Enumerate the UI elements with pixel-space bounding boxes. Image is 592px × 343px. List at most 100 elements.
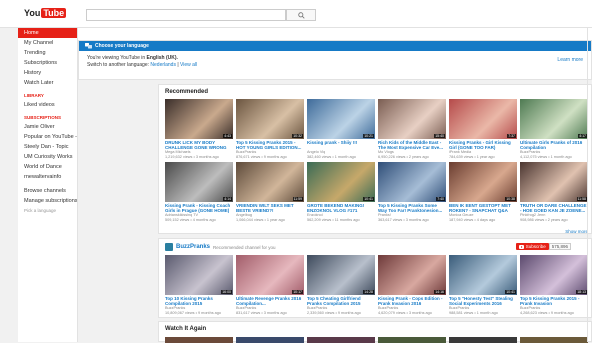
- video-thumbnail[interactable]: 7:37: [449, 99, 517, 139]
- video-card[interactable]: 4:14 Kissing Prank - Kissing Coach Girls …: [165, 162, 233, 222]
- video-title[interactable]: Top 5 Kissing Pranks 2015 - Prank Invasi…: [520, 296, 588, 306]
- video-card[interactable]: 10:17 Ultimate Revenge Pranks 2016 Compil…: [236, 255, 304, 315]
- video-title[interactable]: Kissing Pranks - Girl Kissing Girl (GONE…: [449, 140, 517, 150]
- show-more-link[interactable]: Show more: [565, 229, 588, 234]
- sidebar-item-history[interactable]: History: [18, 68, 77, 78]
- video-card[interactable]: 15:40 Rich Kids of the Middle East - The …: [378, 99, 446, 159]
- language-link-view-all[interactable]: View all: [180, 62, 197, 68]
- video-thumbnail[interactable]: 14:28: [307, 255, 375, 295]
- video-thumbnail[interactable]: 10:41: [307, 162, 375, 202]
- video-title[interactable]: DRUNK LICK MY BODY CHALLENGE GONE WRONG: [165, 140, 233, 150]
- video-thumbnail[interactable]: 15:40: [378, 99, 446, 139]
- video-thumbnail[interactable]: 4:17: [520, 99, 588, 139]
- video-duration: 10:41: [363, 197, 374, 201]
- video-thumbnail[interactable]: 16:00: [165, 255, 233, 295]
- video-thumbnail[interactable]: 14:16: [378, 255, 446, 295]
- video-thumbnail[interactable]: 4:43: [165, 99, 233, 139]
- video-thumbnail[interactable]: 11:59: [236, 162, 304, 202]
- watch-again-thumb[interactable]: [520, 337, 588, 343]
- video-title[interactable]: Top 10 Kissing Pranks Compilation 2015: [165, 296, 233, 306]
- sidebar-item-liked-videos[interactable]: Liked videos: [18, 100, 77, 110]
- video-thumbnail[interactable]: 10:32: [236, 99, 304, 139]
- video-title[interactable]: Ultimate Girls Pranks of 2016 Compilatio…: [520, 140, 588, 150]
- video-card[interactable]: 11:59 VRIENDIN WILT SEKS MET BESTE VRIEND…: [236, 162, 304, 222]
- sidebar-item-home[interactable]: Home: [18, 28, 77, 38]
- sidebar-item-rnewaltervainfo[interactable]: rnewaltervainfo: [18, 172, 77, 182]
- watch-again-thumb[interactable]: [165, 337, 233, 343]
- video-title[interactable]: Top 5 Cheating Girlfriend Pranks Compila…: [307, 296, 375, 306]
- channel-avatar[interactable]: [165, 243, 173, 251]
- watch-again-thumb[interactable]: [236, 337, 304, 343]
- video-thumbnail[interactable]: 11:58: [520, 162, 588, 202]
- video-title[interactable]: Kissing Prank - Cops Edition - Prank Inv…: [378, 296, 446, 306]
- video-card[interactable]: 14:28 Top 5 Cheating Girlfriend Pranks Co…: [307, 255, 375, 315]
- language-banner-header: Choose your language: [79, 41, 591, 51]
- video-meta: 4,268,623 views • 9 months ago: [520, 310, 574, 315]
- video-thumbnail[interactable]: 7:40: [378, 162, 446, 202]
- video-duration: 10:32: [292, 134, 303, 138]
- sidebar-item-steely-dan-topic[interactable]: Steely Dan - Topic: [18, 142, 77, 152]
- sidebar-item-browse-channels[interactable]: Browse channels: [18, 186, 77, 196]
- sidebar-item-world-of-dance[interactable]: World of Dance: [18, 162, 77, 172]
- video-card[interactable]: 11:58 TRUTH OR DARE CHALLENGE - HOE GOED …: [520, 162, 588, 222]
- learn-more-link[interactable]: Learn more: [557, 57, 583, 63]
- video-title[interactable]: TRUTH OR DARE CHALLENGE - HOE GOED KAN J…: [520, 203, 588, 213]
- video-card[interactable]: 4:43 DRUNK LICK MY BODY CHALLENGE GONE WR…: [165, 99, 233, 159]
- video-thumbnail[interactable]: 10:17: [236, 255, 304, 295]
- sidebar-item-watch-later[interactable]: Watch Later: [18, 78, 77, 88]
- sidebar-item-manage-subscriptions[interactable]: Manage subscriptions: [18, 196, 77, 206]
- sidebar-item-trending[interactable]: Trending: [18, 48, 77, 58]
- video-card[interactable]: 16:00 Top 10 Kissing Pranks Compilation 2…: [165, 255, 233, 315]
- youtube-logo[interactable]: You Tube: [24, 8, 67, 18]
- search-button[interactable]: [286, 9, 316, 21]
- video-card[interactable]: 7:37 Kissing Pranks - Girl Kissing Girl (…: [449, 99, 517, 159]
- sidebar-item-jamie-oliver[interactable]: Jamie Oliver: [18, 122, 77, 132]
- subscribe-button[interactable]: Subscribe 575,896: [515, 243, 571, 250]
- video-thumbnail[interactable]: 4:14: [165, 162, 233, 202]
- search-icon: [297, 11, 305, 19]
- video-title[interactable]: Top 5 Kissing Pranks Some Way Too Far! P…: [378, 203, 446, 213]
- video-title[interactable]: Rich Kids of the Middle East - The Most …: [378, 140, 446, 150]
- sidebar-item-popular-on-youtube[interactable]: Popular on YouTube -...: [18, 132, 77, 142]
- video-title[interactable]: VRIENDIN WILT SEKS MET BESTE VRIEND?!: [236, 203, 304, 213]
- video-thumbnail[interactable]: 18:13: [520, 255, 588, 295]
- sidebar-footer[interactable]: Pick a language: [18, 206, 77, 215]
- video-title[interactable]: Ultimate Revenge Pranks 2016 Compilation…: [236, 296, 304, 306]
- video-card[interactable]: 10:32 Top 5 Kissing Pranks 2015 - HOT YOU…: [236, 99, 304, 159]
- video-card[interactable]: 10:21 Kissing prank - Shiiy !!! Angelo Viq…: [307, 99, 375, 159]
- video-meta: 6,950,226 views • 2 years ago: [378, 154, 429, 159]
- video-duration: 4:17: [578, 134, 587, 138]
- video-card[interactable]: 7:40 Top 5 Kissing Pranks Some Way Too Fa…: [378, 162, 446, 222]
- video-thumbnail[interactable]: 10:21: [307, 99, 375, 139]
- sidebar-item-subscriptions[interactable]: Subscriptions: [18, 58, 77, 68]
- video-card[interactable]: 14:16 Kissing Prank - Cops Edition - Pran…: [378, 255, 446, 315]
- language-link-nederlands[interactable]: Nederlands: [150, 62, 176, 68]
- video-card[interactable]: 18:13 Top 5 Kissing Pranks 2015 - Prank I…: [520, 255, 588, 315]
- video-title[interactable]: Top 5 "Honesty Test" Stealing Social Exp…: [449, 296, 517, 306]
- sidebar-item-my-channel[interactable]: My Channel: [18, 38, 77, 48]
- search-input[interactable]: [86, 9, 286, 21]
- channel-note: Recommended channel for you: [213, 244, 276, 250]
- watch-again-thumb[interactable]: [449, 337, 517, 343]
- video-card[interactable]: 10:41 Top 5 "Honesty Test" Stealing Socia…: [449, 255, 517, 315]
- sidebar-item-um-curiosity-works[interactable]: UM Curiosity Works: [18, 152, 77, 162]
- video-thumbnail[interactable]: 10:41: [449, 255, 517, 295]
- video-card[interactable]: 10:38 BEN IK EENT GESTOPT MET ROKEN? - SN…: [449, 162, 517, 222]
- video-title[interactable]: Top 5 Kissing Pranks 2015 - HOT YOUNG GI…: [236, 140, 304, 150]
- watch-again-thumb[interactable]: [378, 337, 446, 343]
- logo-you: You: [24, 8, 41, 18]
- guide-sidebar: Home My Channel Trending Subscriptions Histo…: [18, 28, 78, 342]
- video-meta: 1,066,044 views • 1 year ago: [236, 217, 285, 222]
- channel-name[interactable]: BuzzPranks: [176, 244, 210, 250]
- video-title[interactable]: Kissing Prank - Kissing Coach Girls in P…: [165, 203, 233, 213]
- recommended-shelf: Recommended 4:43 DRUNK LICK MY BODY CHALL…: [158, 84, 592, 234]
- video-title[interactable]: GROTE BEKEND MAKING! ENZOKNOL VLOG #171: [307, 203, 375, 213]
- video-thumbnail[interactable]: 10:38: [449, 162, 517, 202]
- video-card[interactable]: 10:41 GROTE BEKEND MAKING! ENZOKNOL VLOG …: [307, 162, 375, 222]
- masthead: You Tube: [0, 0, 592, 28]
- video-card[interactable]: 4:17 Ultimate Girls Pranks of 2016 Compil…: [520, 99, 588, 159]
- watch-again-thumb[interactable]: [307, 337, 375, 343]
- video-title[interactable]: BEN IK EENT GESTOPT MET ROKEN? - SNAPCHA…: [449, 203, 517, 213]
- recommended-title: Recommended: [165, 89, 209, 95]
- video-title[interactable]: Kissing prank - Shiiy !!!: [307, 140, 375, 150]
